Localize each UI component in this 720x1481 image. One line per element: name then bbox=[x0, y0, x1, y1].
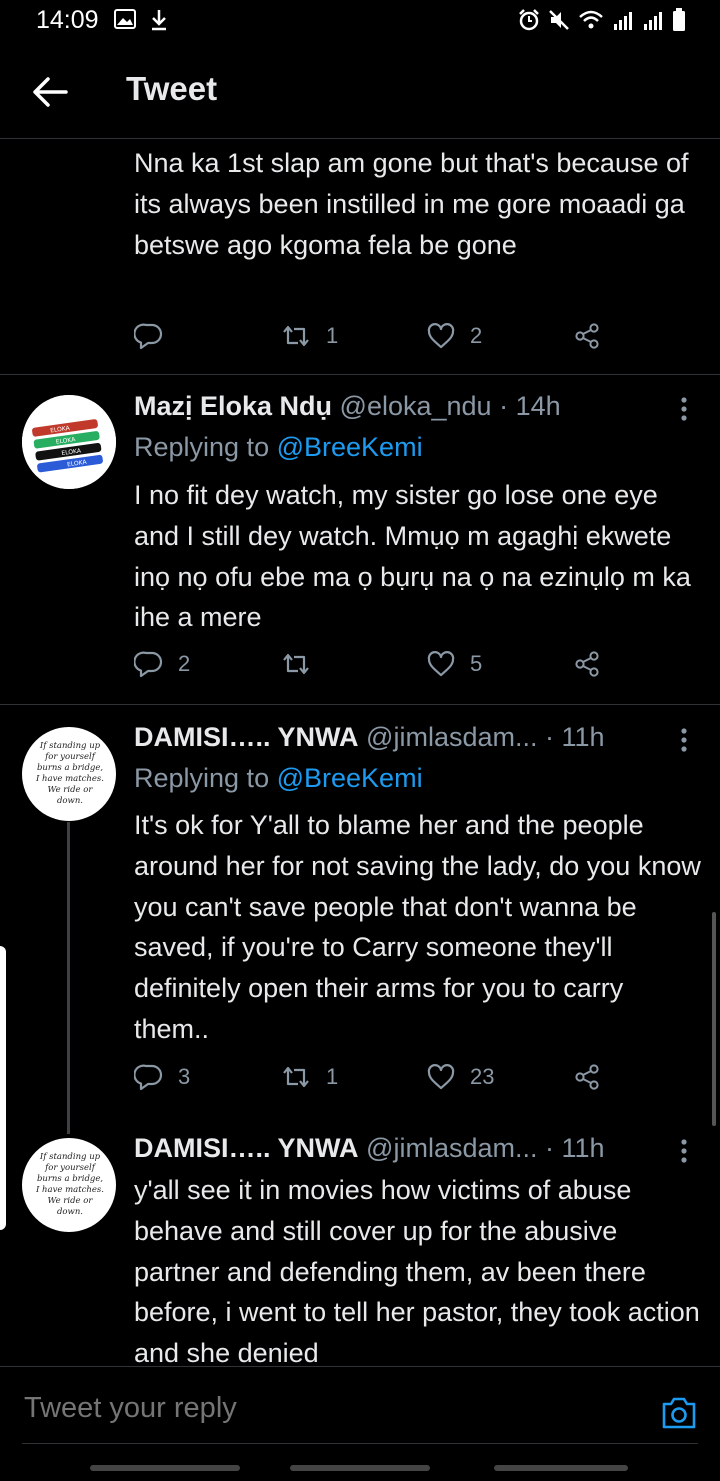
tweet-actions: 2 5 bbox=[134, 649, 694, 689]
tweet-actions: 1 2 bbox=[134, 321, 694, 361]
top-app-bar: Tweet bbox=[0, 42, 720, 139]
retweet-count: 1 bbox=[326, 1064, 339, 1089]
signal-icon bbox=[614, 12, 632, 30]
avatar-image: ELOKA ELOKA ELOKA ELOKA bbox=[22, 395, 116, 489]
replying-handle[interactable]: @BreeKemi bbox=[277, 763, 423, 793]
status-bar: 14:09 bbox=[0, 0, 720, 42]
reply-button[interactable] bbox=[134, 321, 178, 351]
retweet-icon bbox=[283, 1066, 309, 1088]
tweet[interactable]: ELOKA ELOKA ELOKA ELOKA Mazị Eloka Ndụ @… bbox=[0, 375, 720, 704]
tweet[interactable]: Nna ka 1st slap am gone but that's becau… bbox=[0, 139, 720, 374]
share-button[interactable] bbox=[572, 1062, 602, 1092]
display-name[interactable]: DAMISI….. YNWA bbox=[134, 722, 359, 752]
more-icon[interactable] bbox=[674, 726, 694, 756]
display-name[interactable]: DAMISI….. YNWA bbox=[134, 1133, 359, 1163]
share-icon bbox=[575, 1064, 599, 1090]
tweet-time: · 14h bbox=[499, 391, 561, 421]
reply-icon bbox=[134, 651, 163, 678]
back-arrow-icon[interactable] bbox=[30, 74, 70, 110]
user-handle[interactable]: @eloka_ndu bbox=[340, 391, 492, 421]
avatar-quote: If standing up for yourself burns a brid… bbox=[35, 1152, 104, 1217]
gallery-icon bbox=[114, 9, 136, 29]
tweet-header: Mazị Eloka Ndụ @eloka_ndu · 14h bbox=[134, 391, 674, 422]
nav-handle[interactable] bbox=[494, 1465, 628, 1471]
avatar[interactable]: If standing up for yourself burns a brid… bbox=[22, 1138, 116, 1232]
download-icon bbox=[152, 10, 166, 31]
reply-icon bbox=[134, 1064, 163, 1091]
display-name[interactable]: Mazị Eloka Ndụ bbox=[134, 391, 332, 421]
more-icon[interactable] bbox=[674, 395, 694, 425]
retweet-icon bbox=[283, 653, 309, 675]
like-button[interactable]: 5 bbox=[426, 649, 482, 679]
like-icon bbox=[427, 323, 455, 349]
tweet[interactable]: If standing up for yourself burns a brid… bbox=[0, 705, 720, 1115]
battery-icon bbox=[673, 8, 685, 31]
reply-icon bbox=[134, 323, 163, 350]
retweet-button[interactable] bbox=[280, 649, 326, 679]
replying-to: Replying to @BreeKemi bbox=[134, 432, 423, 463]
user-handle[interactable]: @jimlasdam... bbox=[366, 722, 537, 752]
reply-count: 2 bbox=[178, 651, 191, 676]
retweet-button[interactable]: 1 bbox=[280, 321, 338, 351]
like-count: 2 bbox=[470, 323, 483, 348]
like-count: 5 bbox=[470, 651, 483, 676]
tweet[interactable]: If standing up for yourself burns a brid… bbox=[0, 1120, 720, 1366]
tweet-time: · 11h bbox=[545, 722, 605, 752]
tweet-text: It's ok for Y'all to blame her and the p… bbox=[134, 810, 701, 1044]
tweet-time: · 11h bbox=[545, 1133, 605, 1163]
tweet-header: DAMISI….. YNWA @jimlasdam... · 11h bbox=[134, 722, 674, 753]
nav-handle[interactable] bbox=[290, 1465, 430, 1471]
wifi-icon bbox=[579, 10, 603, 29]
replying-handle[interactable]: @BreeKemi bbox=[277, 432, 423, 462]
retweet-count: 1 bbox=[326, 323, 339, 348]
like-button[interactable]: 23 bbox=[426, 1062, 494, 1092]
share-icon bbox=[575, 323, 599, 349]
scrollbar[interactable] bbox=[712, 912, 716, 1126]
avatar-quote: If standing up for yourself burns a brid… bbox=[35, 741, 104, 806]
tweet-text: y'all see it in movies how victims of ab… bbox=[134, 1175, 700, 1366]
nav-handle[interactable] bbox=[90, 1465, 240, 1471]
reply-bar bbox=[0, 1366, 720, 1481]
like-icon bbox=[427, 651, 455, 677]
like-count: 23 bbox=[470, 1064, 495, 1089]
tweet-text: I no fit dey watch, my sister go lose on… bbox=[134, 480, 691, 633]
signal-icon bbox=[644, 12, 662, 30]
avatar[interactable]: ELOKA ELOKA ELOKA ELOKA bbox=[22, 395, 116, 489]
tweet-actions: 3 1 23 bbox=[134, 1062, 694, 1102]
reply-button[interactable]: 2 bbox=[134, 649, 190, 679]
user-handle[interactable]: @jimlasdam... bbox=[366, 1133, 537, 1163]
reply-button[interactable]: 3 bbox=[134, 1062, 190, 1092]
reply-count: 3 bbox=[178, 1064, 191, 1089]
mute-icon bbox=[549, 10, 569, 30]
replying-to: Replying to @BreeKemi bbox=[134, 763, 423, 794]
reply-input[interactable] bbox=[22, 1391, 586, 1426]
replying-prefix: Replying to bbox=[134, 432, 270, 462]
edge-panel-handle[interactable] bbox=[0, 946, 6, 1230]
replying-prefix: Replying to bbox=[134, 763, 270, 793]
tweet-header: DAMISI….. YNWA @jimlasdam... · 11h bbox=[134, 1133, 674, 1164]
like-icon bbox=[427, 1064, 455, 1090]
retweet-icon bbox=[283, 325, 309, 347]
alarm-icon bbox=[519, 9, 539, 31]
share-icon bbox=[575, 651, 599, 677]
retweet-button[interactable]: 1 bbox=[280, 1062, 338, 1092]
status-time: 14:09 bbox=[36, 6, 99, 34]
more-icon[interactable] bbox=[674, 1137, 694, 1167]
camera-icon[interactable] bbox=[660, 1395, 698, 1431]
tweet-text: Nna ka 1st slap am gone but that's becau… bbox=[134, 148, 689, 260]
share-button[interactable] bbox=[572, 321, 602, 351]
like-button[interactable]: 2 bbox=[426, 321, 482, 351]
page-title: Tweet bbox=[126, 70, 218, 107]
divider bbox=[22, 1443, 698, 1444]
share-button[interactable] bbox=[572, 649, 602, 679]
avatar[interactable]: If standing up for yourself burns a brid… bbox=[22, 727, 116, 821]
